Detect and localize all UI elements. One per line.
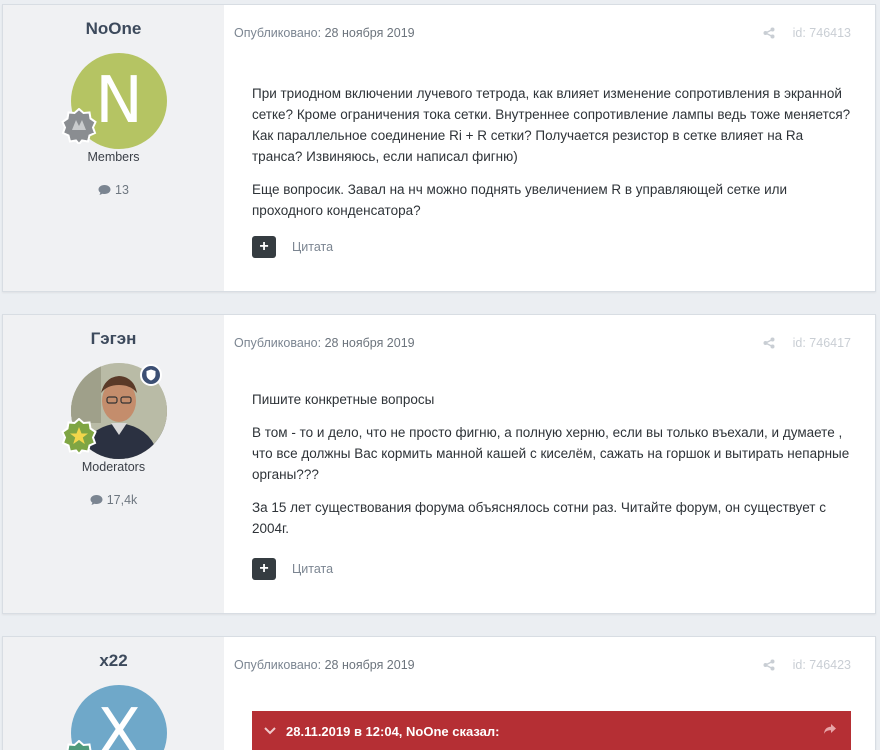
quote-header[interactable]: 28.11.2019 в 12:04, NoOne сказал: bbox=[252, 711, 851, 750]
post-body: Опубликовано: 28 ноября 2019 id: 746413 … bbox=[224, 5, 875, 291]
comment-icon bbox=[90, 495, 103, 505]
post-meta-right: id: 746423 bbox=[763, 658, 851, 672]
share-icon[interactable] bbox=[763, 27, 775, 39]
quote-citation[interactable]: 28.11.2019 в 12:04, NoOne сказал: bbox=[286, 724, 500, 739]
comment-icon bbox=[98, 185, 111, 195]
author-name[interactable]: Гэгэн bbox=[3, 329, 224, 349]
post-meta: Опубликовано: 28 ноября 2019 bbox=[234, 658, 415, 672]
published-label: Опубликовано: bbox=[234, 658, 322, 672]
author-group: Moderators bbox=[81, 460, 146, 474]
post-count: 17,4k bbox=[3, 493, 224, 507]
post-count: 13 bbox=[3, 183, 224, 197]
post-body: Опубликовано: 28 ноября 2019 id: 746417 … bbox=[224, 315, 875, 613]
post-meta: Опубликовано: 28 ноября 2019 bbox=[234, 26, 415, 40]
post-paragraph: За 15 лет существования форума объясняло… bbox=[252, 500, 826, 536]
post-date[interactable]: 28 ноября 2019 bbox=[325, 336, 415, 350]
post-id[interactable]: id: 746417 bbox=[793, 336, 851, 350]
post-date[interactable]: 28 ноября 2019 bbox=[325, 26, 415, 40]
post-meta-right: id: 746413 bbox=[763, 26, 851, 40]
post-count-value: 17,4k bbox=[106, 493, 138, 507]
post-id[interactable]: id: 746413 bbox=[793, 26, 851, 40]
post-paragraph: В том - то и дело, что не просто фигню, … bbox=[252, 425, 850, 482]
post-count-value: 13 bbox=[115, 183, 129, 197]
post-746413: NoOne N Members 13 Опубликовано: 28 нояб… bbox=[2, 4, 876, 292]
post-date[interactable]: 28 ноября 2019 bbox=[325, 658, 415, 672]
post-content: Пишите конкретные вопросы В том - то и д… bbox=[252, 389, 851, 551]
post-paragraph: Пишите конкретные вопросы bbox=[252, 392, 435, 407]
quote-button[interactable]: Цитата bbox=[292, 562, 333, 576]
share-icon[interactable] bbox=[763, 659, 775, 671]
author-panel: x22 X bbox=[3, 637, 224, 750]
rank-badge-icon bbox=[66, 740, 92, 750]
post-meta: Опубликовано: 28 ноября 2019 bbox=[234, 336, 415, 350]
share-icon[interactable] bbox=[763, 337, 775, 349]
reaction-plus-button[interactable]: + bbox=[252, 558, 276, 580]
chevron-down-icon[interactable] bbox=[264, 727, 276, 735]
post-746423: x22 X Опубликовано: 28 ноября 2019 id: 7… bbox=[2, 636, 876, 750]
avatar-letter: N bbox=[95, 64, 143, 138]
avatar-letter: X bbox=[97, 696, 141, 750]
author-name[interactable]: NoOne bbox=[3, 19, 224, 39]
post-id[interactable]: id: 746423 bbox=[793, 658, 851, 672]
author-group: Members bbox=[87, 150, 140, 164]
author-panel: NoOne N Members 13 bbox=[3, 5, 224, 291]
published-label: Опубликовано: bbox=[234, 336, 322, 350]
reaction-plus-button[interactable]: + bbox=[252, 236, 276, 258]
post-body: Опубликовано: 28 ноября 2019 id: 746423 … bbox=[224, 637, 875, 750]
quote-button[interactable]: Цитата bbox=[292, 240, 333, 254]
post-content: При триодном включении лучевого тетрода,… bbox=[252, 83, 851, 233]
post-actions: + Цитата bbox=[252, 558, 333, 580]
published-label: Опубликовано: bbox=[234, 26, 322, 40]
author-panel: Гэгэн Moderators 17,4k bbox=[3, 315, 224, 613]
author-name[interactable]: x22 bbox=[3, 651, 224, 671]
post-746417: Гэгэн Moderators 17,4k Опубликовано: 28 … bbox=[2, 314, 876, 614]
post-meta-right: id: 746417 bbox=[763, 336, 851, 350]
rank-badge-icon bbox=[61, 418, 97, 454]
go-to-quote-icon[interactable] bbox=[823, 723, 837, 735]
rank-badge-icon bbox=[61, 108, 97, 144]
post-actions: + Цитата bbox=[252, 236, 333, 258]
moderator-shield-icon bbox=[140, 364, 162, 386]
post-paragraph: При триодном включении лучевого тетрода,… bbox=[252, 86, 851, 164]
post-paragraph: Еще вопросик. Завал на нч можно поднять … bbox=[252, 182, 788, 218]
